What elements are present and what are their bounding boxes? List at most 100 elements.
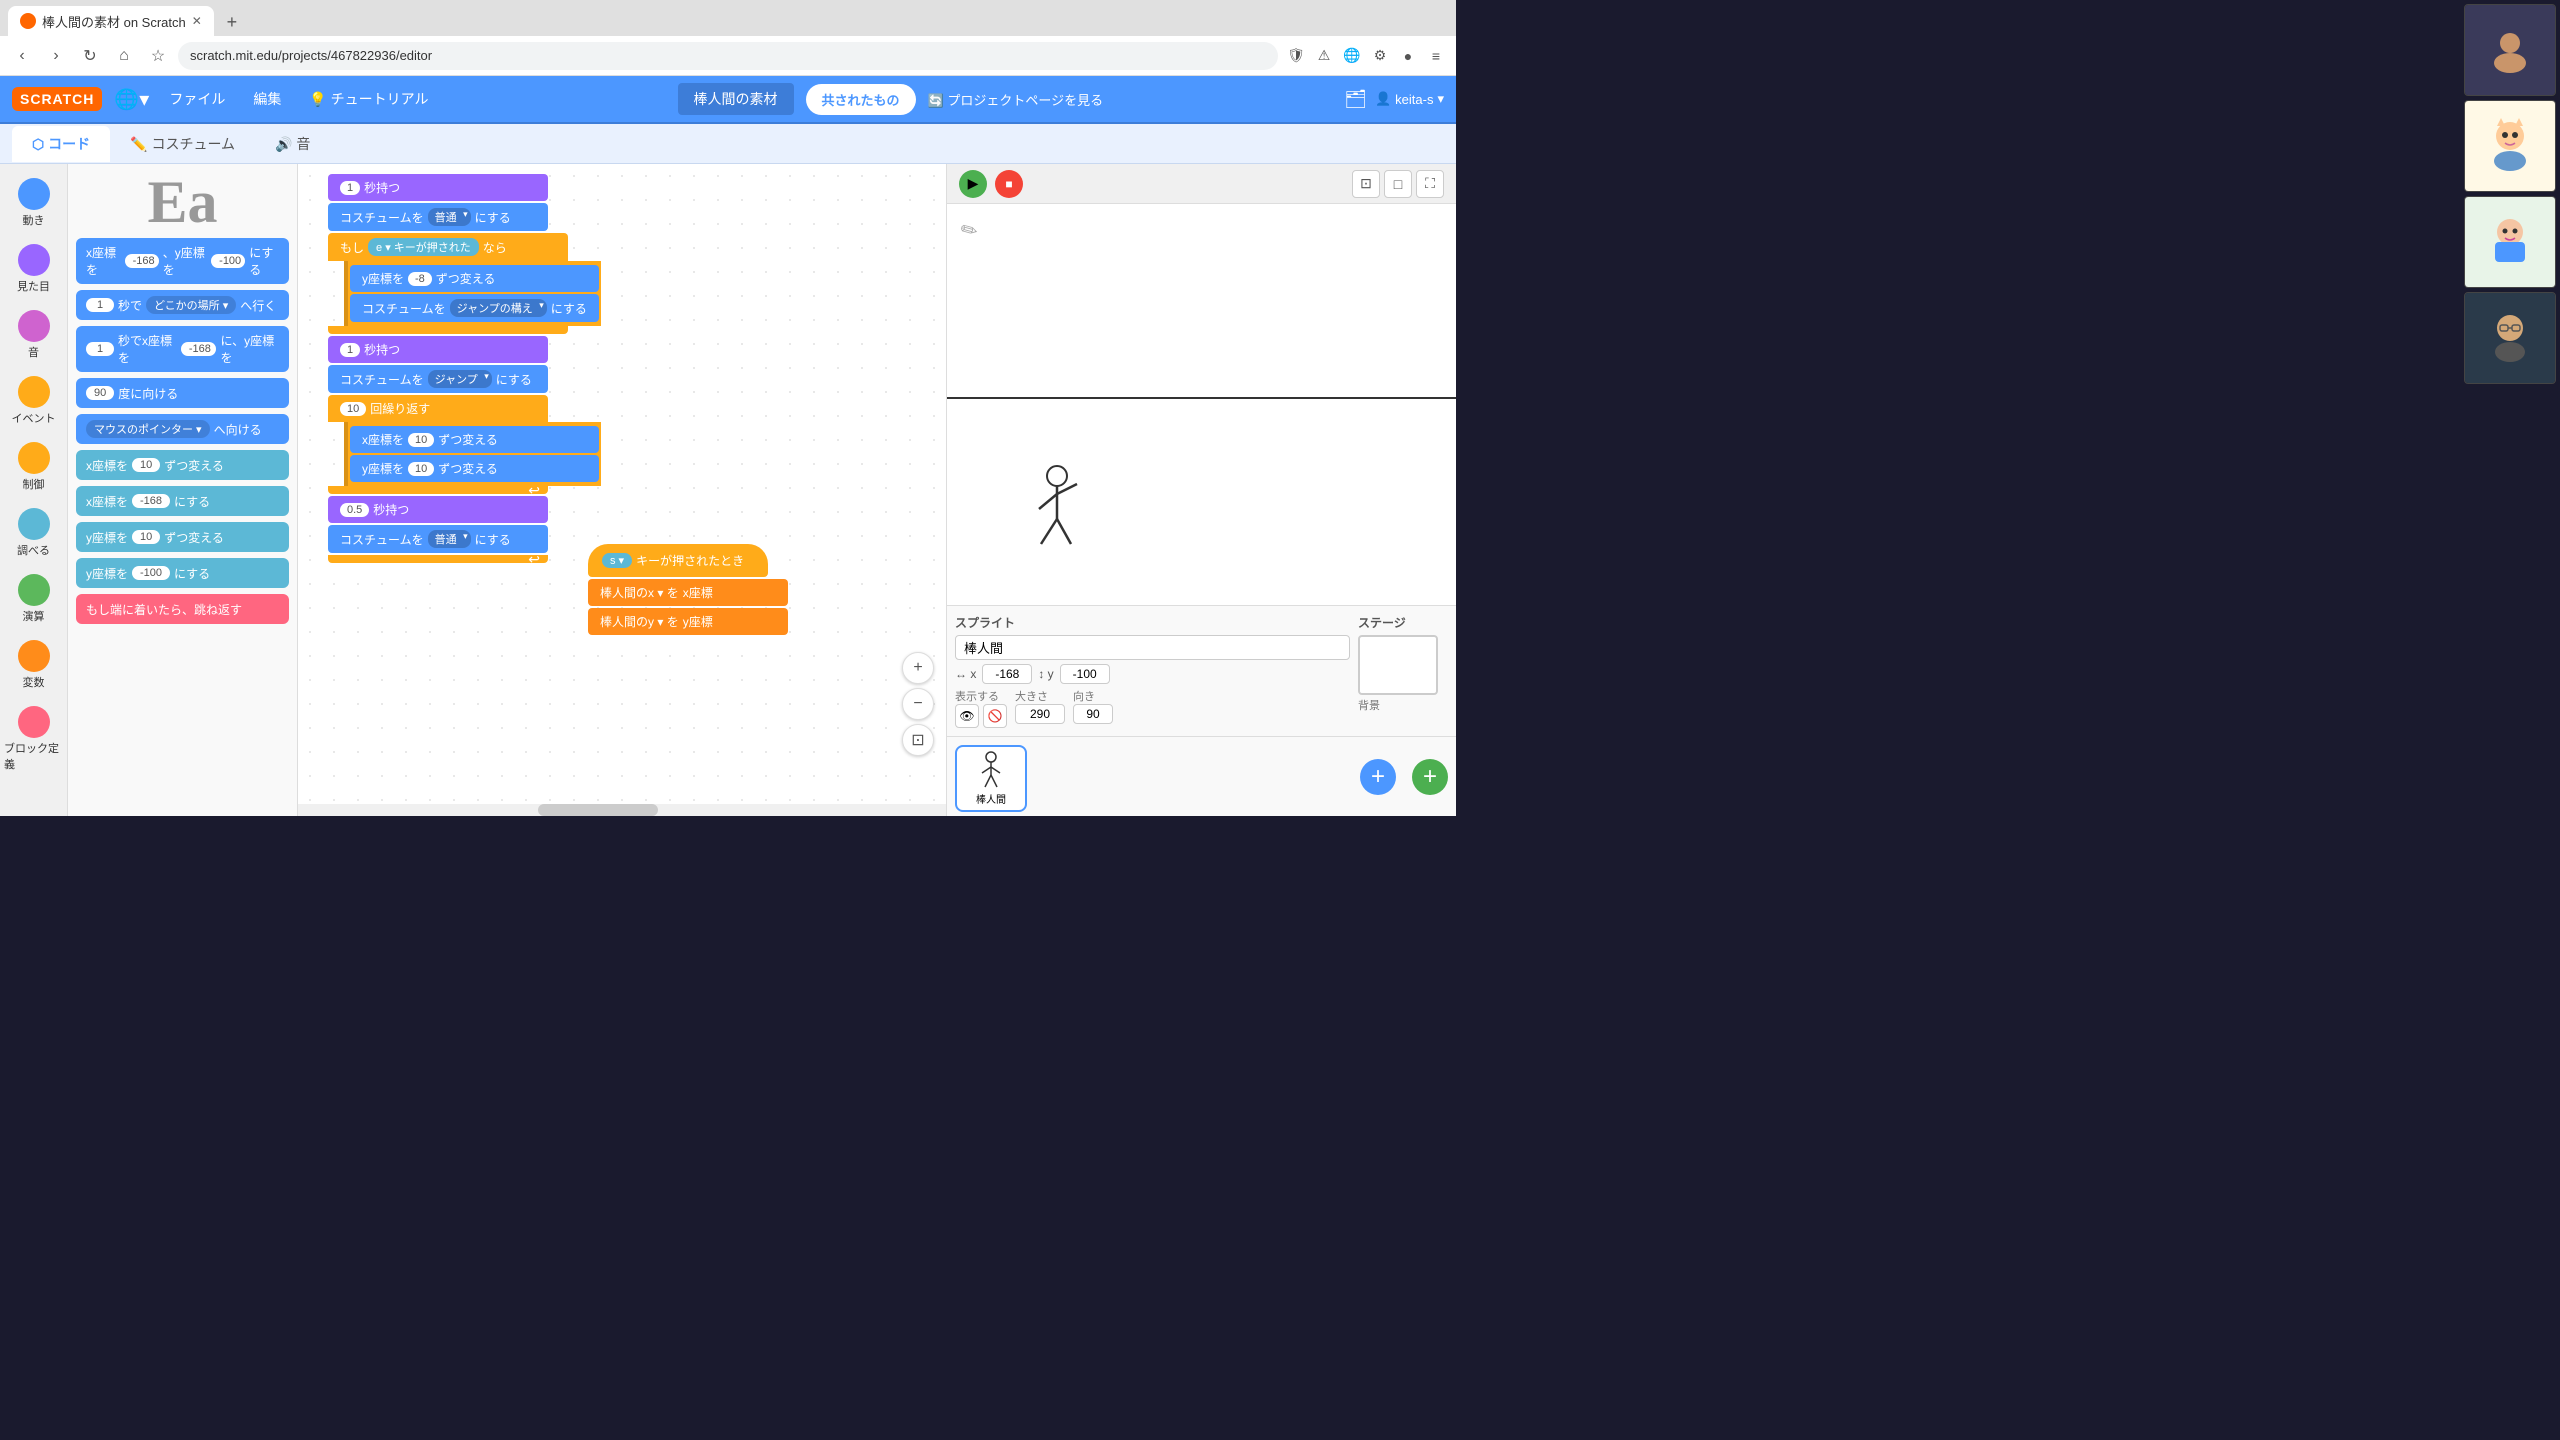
block-set-costume-normal[interactable]: コスチュームを 普通 にする (328, 203, 548, 231)
code-tab[interactable]: ⬡ コード (12, 126, 110, 162)
stop-btn[interactable]: ■ (995, 170, 1023, 198)
category-sound[interactable]: 音 (0, 304, 67, 366)
extension-icon-4[interactable]: ⚙ (1368, 44, 1392, 68)
category-sensing[interactable]: 調べる (0, 502, 67, 564)
tutorial-btn[interactable]: 💡 チュートリアル (301, 85, 436, 113)
block-wait-1sec[interactable]: 1 秒持つ (328, 336, 548, 363)
menu-icon[interactable]: ≡ (1424, 44, 1448, 68)
block-glide-xy[interactable]: 1 秒でx座標を -168 に、y座標を (76, 326, 289, 372)
user-menu[interactable]: 👤 keita-s ▾ (1375, 91, 1444, 107)
dir-input[interactable] (1073, 704, 1113, 724)
new-tab-btn[interactable]: + (218, 8, 246, 36)
stage-thumbnail[interactable] (1358, 635, 1438, 695)
user-dropdown-icon: ▾ (1437, 91, 1444, 107)
myblocks-label: ブロック定義 (4, 740, 63, 772)
profile-icon[interactable]: ● (1396, 44, 1420, 68)
home-btn[interactable]: ⌂ (110, 42, 138, 70)
browser-window: 棒人間の素材 on Scratch ✕ + ‹ › ↻ ⌂ ☆ scratch.… (0, 0, 1456, 816)
block-set-costume-jump-pose[interactable]: コスチュームを ジャンプの構え にする (350, 294, 599, 322)
block-glide-random[interactable]: 1 秒で どこかの場所 ▾ へ行く (76, 290, 289, 320)
category-looks[interactable]: 見た目 (0, 238, 67, 300)
block-change-x[interactable]: x座標を 10 ずつ変える (76, 450, 289, 480)
category-control[interactable]: 制御 (0, 436, 67, 498)
block-if-edge-bounce[interactable]: もし端に着いたら、跳ね返す (76, 594, 289, 624)
extension-icon-1[interactable]: 🛡 (1284, 44, 1308, 68)
block-wait-0.5[interactable]: 0.5 秒持つ (328, 496, 548, 523)
show-btn[interactable]: 👁 (955, 704, 979, 728)
sprite-item[interactable]: 棒人間 (955, 745, 1027, 812)
block-set-costume-normal2[interactable]: コスチュームを 普通 にする (328, 525, 548, 553)
block-if-e-key[interactable]: もし e ▾ キーが押された なら (328, 233, 568, 261)
stage-view-buttons: ⊡ □ ⛶ (1352, 170, 1444, 198)
block-set-x-var[interactable]: 棒人間のx ▾ を x座標 (588, 579, 788, 606)
block-set-x[interactable]: x座標を -168 にする (76, 486, 289, 516)
x-coord-input[interactable] (982, 664, 1032, 684)
sprite-name-input[interactable] (955, 635, 1350, 660)
dir-prop: 向き (1073, 688, 1113, 728)
category-variables[interactable]: 変数 (0, 634, 67, 696)
sprite-section-title: スプライト (955, 614, 1350, 631)
video-4-placeholder (2465, 293, 2555, 383)
zoom-in-btn[interactable]: + (902, 652, 934, 684)
category-myblocks[interactable]: ブロック定義 (0, 700, 67, 778)
category-operators[interactable]: 演算 (0, 568, 67, 630)
project-title[interactable]: 棒人間の素材 (678, 83, 794, 115)
sub-tabs: ⬡ コード ✏️ コスチューム 🔊 音 (0, 124, 1456, 164)
video-sidebar (2460, 0, 2560, 816)
back-btn[interactable]: ‹ (8, 42, 36, 70)
zoom-out-btn[interactable]: − (902, 688, 934, 720)
block-set-y[interactable]: y座標を -100 にする (76, 558, 289, 588)
fit-btn[interactable]: ⊡ (902, 724, 934, 756)
folder-btn[interactable]: 🗂 (1344, 89, 1367, 110)
sound-tab[interactable]: 🔊 音 (255, 126, 330, 162)
code-canvas[interactable]: 1 秒持つ コスチュームを 普通 にする もし e ▾ キーが押された なら (298, 164, 946, 816)
costume-tab[interactable]: ✏️ コスチューム (110, 126, 255, 162)
normal-stage-btn[interactable]: □ (1384, 170, 1412, 198)
extension-icon-3[interactable]: 🌐 (1340, 44, 1364, 68)
y-coord-input[interactable] (1060, 664, 1110, 684)
small-stage-btn[interactable]: ⊡ (1352, 170, 1380, 198)
block-set-xy[interactable]: x座標を -168 、y座標を -100 にする (76, 238, 289, 284)
category-events[interactable]: イベント (0, 370, 67, 432)
tab-close-btn[interactable]: ✕ (192, 14, 202, 28)
operators-circle (18, 574, 50, 606)
bookmark-btn[interactable]: ☆ (144, 42, 172, 70)
green-flag-btn[interactable]: ▶ (959, 170, 987, 198)
block-change-y-10[interactable]: y座標を 10 ずつ変える (350, 455, 599, 482)
stage-lower (947, 399, 1456, 589)
add-sprite-btn[interactable]: + (1360, 759, 1396, 795)
reload-btn[interactable]: ↻ (76, 42, 104, 70)
category-motion[interactable]: 動き (0, 172, 67, 234)
file-menu[interactable]: ファイル (161, 85, 233, 113)
block-point-towards[interactable]: マウスのポインター ▾ へ向ける (76, 414, 289, 444)
horizontal-scrollbar[interactable] (298, 804, 946, 816)
scrollbar-thumb[interactable] (538, 804, 658, 816)
block-repeat-10[interactable]: 10 回繰り返す (328, 395, 548, 422)
share-btn[interactable]: 共されたもの (806, 84, 916, 115)
edit-menu[interactable]: 編集 (245, 85, 289, 113)
block-change-x-10[interactable]: x座標を 10 ずつ変える (350, 426, 599, 453)
globe-btn[interactable]: 🌐▾ (114, 87, 149, 112)
block-point-dir[interactable]: 90 度に向ける (76, 378, 289, 408)
extension-icon-2[interactable]: ⚠ (1312, 44, 1336, 68)
url-input[interactable]: scratch.mit.edu/projects/467822936/edito… (178, 42, 1278, 70)
block-set-y-var[interactable]: 棒人間のy ▾ を y座標 (588, 608, 788, 635)
active-tab[interactable]: 棒人間の素材 on Scratch ✕ (8, 6, 214, 36)
ea-display: Ea (147, 168, 217, 237)
video-3-placeholder (2465, 197, 2555, 287)
block-change-y[interactable]: y座標を 10 ずつ変える (76, 522, 289, 552)
size-input[interactable] (1015, 704, 1065, 724)
fullscreen-btn[interactable]: ⛶ (1416, 170, 1444, 198)
add-backdrop-btn[interactable]: + (1412, 759, 1448, 795)
project-page-btn[interactable]: 🔄 プロジェクトページを見る (928, 90, 1104, 109)
sprite-list-bar: 棒人間 + + (947, 736, 1456, 816)
block-wait-top[interactable]: 1 秒持つ (328, 174, 548, 201)
forward-btn[interactable]: › (42, 42, 70, 70)
block-set-costume-jump[interactable]: コスチュームを ジャンプ にする (328, 365, 548, 393)
repeat-arrow: ↩ (528, 482, 540, 499)
block-change-y-neg8[interactable]: y座標を -8 ずつ変える (350, 265, 599, 292)
events-label: イベント (12, 410, 56, 426)
hat-block-s-key[interactable]: s ▾ キーが押されたとき (588, 544, 768, 577)
hide-btn[interactable]: 🚫 (983, 704, 1007, 728)
stage-section-title: ステージ (1358, 614, 1448, 631)
